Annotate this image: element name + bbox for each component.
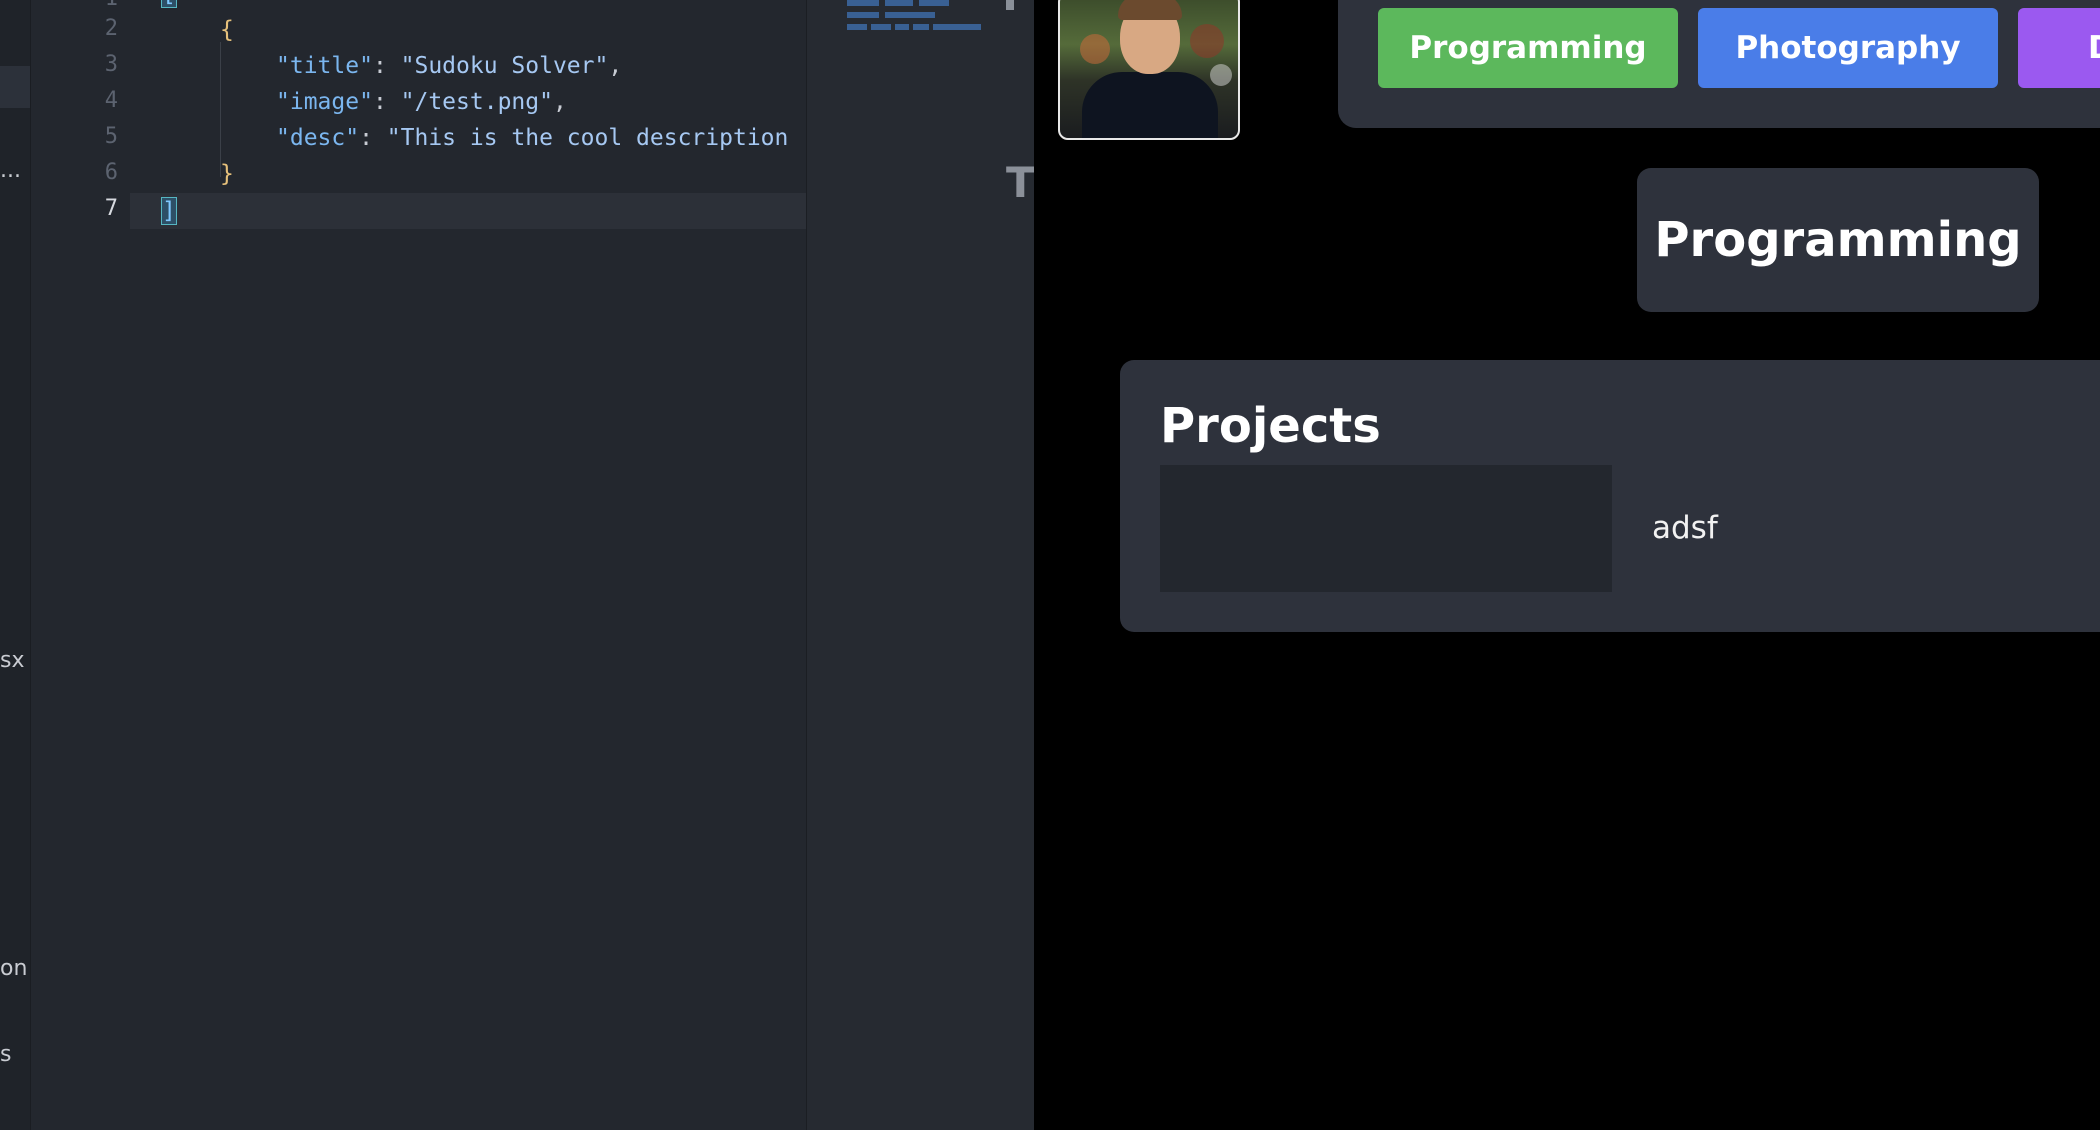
file-explorer-sidebar[interactable]: ... sx on s (0, 0, 31, 1130)
tag-button-photography[interactable]: Photography (1698, 8, 1998, 88)
open-brace: { (220, 17, 234, 43)
text-cursor-icon: T (1006, 158, 1034, 207)
code-line-6[interactable]: } (220, 156, 234, 192)
matched-bracket: [ (161, 0, 177, 8)
code-line-5[interactable]: "desc": "This is the cool description (276, 120, 788, 156)
minimap-scroll-marker[interactable] (1006, 0, 1014, 10)
project-thumbnail[interactable] (1160, 465, 1612, 592)
json-comma: , (608, 53, 623, 79)
projects-heading: Projects (1160, 398, 1381, 454)
code-line-1[interactable]: [ (161, 0, 177, 12)
json-key: "title" (276, 53, 373, 79)
code-text-area[interactable]: [ { "title": "Sudoku Solver", "image": "… (130, 0, 806, 1130)
project-description: adsf (1652, 510, 1718, 546)
json-comma: , (552, 89, 567, 115)
json-colon: : (372, 89, 401, 115)
json-colon: : (359, 125, 387, 151)
section-title-text: Programming (1654, 212, 2022, 268)
current-line-highlight (130, 193, 806, 229)
line-number: 6 (104, 160, 118, 185)
line-number-active: 7 (104, 196, 118, 221)
section-title: Programming (1637, 168, 2039, 312)
tag-button-third[interactable]: D (2018, 8, 2100, 88)
explorer-item-fragment[interactable]: sx (0, 648, 24, 673)
json-string: "Sudoku Solver" (400, 53, 609, 79)
json-colon: : (372, 53, 401, 79)
tag-button-programming[interactable]: Programming (1378, 8, 1678, 88)
code-minimap[interactable] (806, 0, 1034, 1130)
explorer-item-fragment[interactable]: s (0, 1042, 11, 1067)
code-line-4[interactable]: "image": "/test.png", (276, 84, 567, 120)
explorer-item-fragment[interactable]: on (0, 956, 27, 981)
line-number-gutter: 1 2 3 4 5 6 7 (30, 0, 130, 1130)
json-string: "/test.png" (400, 89, 553, 115)
code-line-7[interactable]: ] (161, 193, 177, 229)
line-number: 1 (58, 0, 118, 11)
close-brace: } (220, 161, 234, 187)
matched-bracket: ] (161, 197, 177, 225)
line-number: 5 (104, 124, 118, 149)
json-key: "desc" (276, 125, 360, 151)
json-string: "This is the cool description (386, 125, 789, 151)
code-line-2[interactable]: { (220, 12, 234, 48)
code-editor-pane[interactable]: ... sx on s 1 2 3 4 5 6 7 [ { "title": "… (0, 0, 1034, 1130)
line-number: 4 (104, 88, 118, 113)
explorer-item-fragment[interactable]: ... (0, 158, 21, 183)
line-number: 3 (104, 52, 118, 77)
explorer-selected-row[interactable] (0, 66, 30, 108)
profile-avatar (1058, 0, 1240, 140)
line-number: 2 (104, 16, 118, 41)
code-line-3[interactable]: "title": "Sudoku Solver", (276, 48, 622, 84)
json-key: "image" (276, 89, 373, 115)
